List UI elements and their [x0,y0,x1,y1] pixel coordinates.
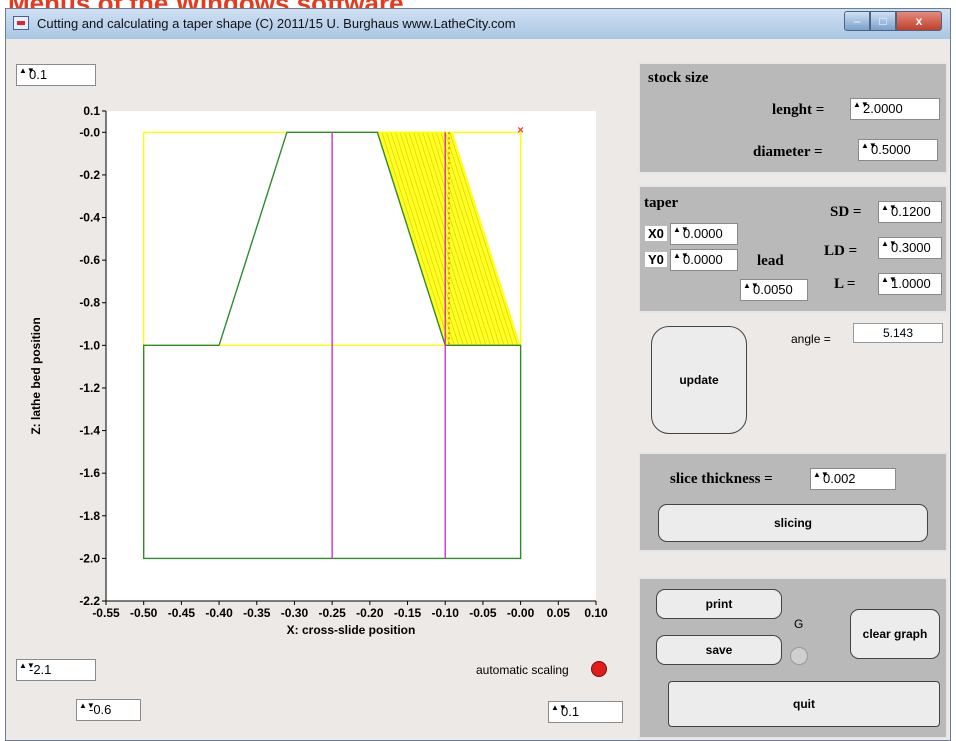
taper-panel: taper X0 ▲▼0.0000 Y0 ▲▼0.0000 lead ▲▼0.0… [638,185,948,313]
x-tick-label: -0.40 [205,606,233,620]
y-tick-label: -0.8 [79,296,100,310]
x-tick-label: -0.55 [92,606,120,620]
x-tick-label: -0.15 [394,606,422,620]
spin-arrows-icon[interactable]: ▲▼ [19,66,35,75]
y-tick-label: -1.6 [79,466,100,480]
minimize-button[interactable]: – [844,11,870,31]
x-tick-label: 0.05 [547,606,571,620]
save-button[interactable]: save [656,635,782,665]
update-button[interactable]: update [651,326,747,434]
x-tick-label: -0.30 [281,606,309,620]
origin-marker: × [517,124,523,136]
x-min-spinner[interactable]: ▲▼-0.6 [76,699,141,721]
y-tick-label: -1.8 [79,509,100,523]
lead-label: lead [757,253,784,269]
y-tick-label: -0.0 [79,125,100,139]
y-tick-label: -1.2 [79,381,100,395]
g-indicator[interactable] [790,647,808,665]
y-tick-label: -2.0 [79,551,100,565]
spin-arrows-icon[interactable]: ▲▼ [853,100,869,109]
spin-arrows-icon[interactable]: ▲▼ [19,661,35,670]
auto-scaling-indicator[interactable] [591,661,607,677]
diameter-spinner[interactable]: ▲▼0.5000 [858,139,938,161]
x-tick-label: -0.45 [168,606,196,620]
diameter-label: diameter = [753,144,823,160]
x-max-spinner[interactable]: ▲▼0.1 [548,701,623,723]
y0-spinner[interactable]: ▲▼0.0000 [670,249,738,271]
x-tick-label: -0.10 [432,606,460,620]
x-axis-title: X: cross-slide position [287,623,416,637]
angle-label: angle = [791,332,831,346]
clear-graph-button[interactable]: clear graph [850,609,940,659]
taper-title: taper [644,195,679,211]
spin-arrows-icon[interactable]: ▲▼ [743,281,759,290]
x-tick-label: 0.10 [584,606,608,620]
y-max-spinner[interactable]: ▲▼0.1 [16,64,96,86]
sd-label: SD = [830,204,862,220]
actions-panel: print save G clear graph quit [638,577,948,739]
x-tick-label: -0.00 [507,606,535,620]
l-spinner[interactable]: ▲▼1.0000 [878,273,942,295]
close-button[interactable]: x [896,11,942,31]
y-axis-title: Z: lathe bed position [29,317,43,434]
slice-thickness-label: slice thickness = [670,471,773,487]
x-tick-label: -0.20 [356,606,384,620]
y0-label: Y0 [644,251,668,268]
print-button[interactable]: print [656,589,782,619]
sd-spinner[interactable]: ▲▼0.1200 [878,201,942,223]
slicing-panel: slice thickness = ▲▼0.002 slicing [638,452,948,552]
spin-arrows-icon[interactable]: ▲▼ [881,203,897,212]
ld-spinner[interactable]: ▲▼0.3000 [878,237,942,259]
taper-chart: × 0.1 -0.0 -0.2 -0.4 -0.6 -0.8 -1.0 -1.2 -1.4 -1.6… [29,104,608,637]
spin-arrows-icon[interactable]: ▲▼ [673,225,689,234]
app-window: Cutting and calculating a taper shape (C… [5,8,951,741]
y-tick-label: -1.4 [79,424,100,438]
l-label: L = [834,276,856,292]
angle-value: 5.143 [853,323,943,343]
x-tick-label: -0.25 [318,606,346,620]
x-tick-label: -0.35 [243,606,271,620]
spin-arrows-icon[interactable]: ▲▼ [551,703,567,712]
y-tick-label: -1.0 [79,338,100,352]
slicing-button[interactable]: slicing [658,504,928,542]
x0-spinner[interactable]: ▲▼0.0000 [670,223,738,245]
x-tick-label: -0.05 [469,606,497,620]
auto-scaling-label: automatic scaling [476,663,569,677]
length-label: lenght = [772,102,825,118]
slice-thickness-spinner[interactable]: ▲▼0.002 [810,468,896,490]
y-min-spinner[interactable]: ▲▼-2.1 [16,659,96,681]
spin-arrows-icon[interactable]: ▲▼ [813,470,829,479]
app-icon [13,16,29,30]
spin-arrows-icon[interactable]: ▲▼ [881,275,897,284]
y-tick-label: -0.4 [79,211,100,225]
spin-arrows-icon[interactable]: ▲▼ [673,251,689,260]
length-spinner[interactable]: ▲▼2.0000 [850,98,940,120]
window-title: Cutting and calculating a taper shape (C… [37,16,516,31]
y-tick-label: -0.6 [79,253,100,267]
g-label: G [794,617,804,631]
spin-arrows-icon[interactable]: ▲▼ [79,701,95,710]
y-tick-label: 0.1 [83,104,100,118]
stock-size-panel: stock size lenght = ▲▼2.0000 diameter = … [638,62,948,174]
quit-button[interactable]: quit [668,681,940,727]
title-bar: Cutting and calculating a taper shape (C… [6,9,950,39]
spin-arrows-icon[interactable]: ▲▼ [861,141,877,150]
maximize-button[interactable]: □ [870,11,896,31]
plot-area [106,111,596,601]
x0-label: X0 [644,225,668,242]
y-tick-label: -0.2 [79,168,100,182]
ld-label: LD = [824,243,858,259]
stock-size-title: stock size [648,70,709,86]
spin-arrows-icon[interactable]: ▲▼ [881,239,897,248]
lead-spinner[interactable]: ▲▼0.0050 [740,279,808,301]
x-tick-label: -0.50 [130,606,158,620]
